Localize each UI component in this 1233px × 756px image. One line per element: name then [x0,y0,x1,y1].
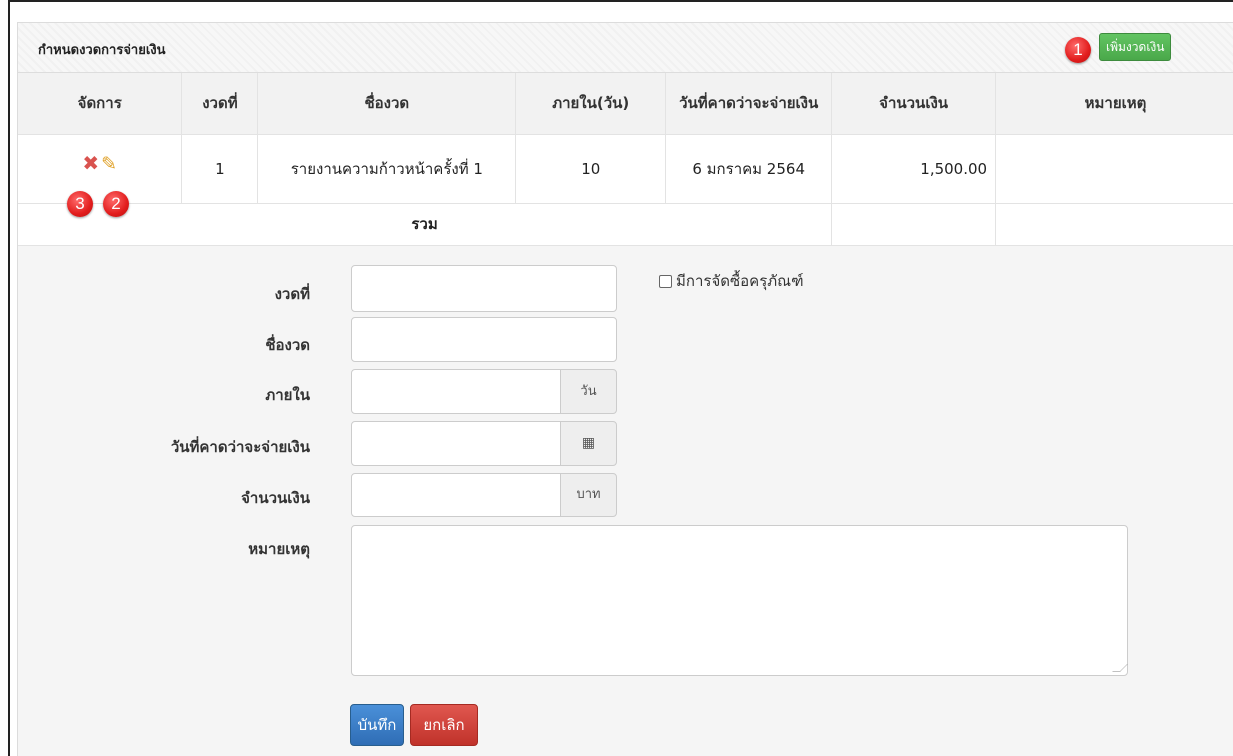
label-within: ภายใน [265,386,310,404]
col-header-amount: จำนวนเงิน [831,73,997,135]
cell-name: รายงานความก้าวหน้าครั้งที่ 1 [257,134,517,204]
annotation-badge-1: 1 [1065,37,1091,63]
panel-heading: กำหนดงวดการจ่ายเงิน เพิ่มงวดเงิน [18,23,1233,73]
baht-addon: บาท [560,473,617,517]
within-days-input[interactable] [351,369,561,414]
total-label: รวม [18,203,833,246]
installment-name-input[interactable] [351,317,617,362]
label-remark: หมายเหตุ [248,540,310,558]
total-amount-cell [831,203,997,246]
days-addon: วัน [560,369,617,414]
table-total-row: รวม [18,203,1233,246]
add-installment-button[interactable]: เพิ่มงวดเงิน [1099,33,1172,61]
remark-textarea[interactable] [351,525,1128,676]
checkbox-box[interactable] [659,274,672,288]
payment-schedule-panel: กำหนดงวดการจ่ายเงิน เพิ่มงวดเงิน 1 จัดกา… [17,22,1233,756]
save-button[interactable]: บันทึก [350,704,404,746]
col-header-within: ภายใน(วัน) [515,73,667,135]
delete-icon[interactable]: ✖ [82,153,99,173]
window-frame: กำหนดงวดการจ่ายเงิน เพิ่มงวดเงิน 1 จัดกา… [8,0,1233,756]
panel-title: กำหนดงวดการจ่ายเงิน [38,43,166,58]
col-header-name: ชื่องวด [257,73,517,135]
cell-amount: 1,500.00 [831,134,997,204]
amount-input[interactable] [351,473,561,517]
cell-date: 6 มกราคม 2564 [665,134,833,204]
edit-pencil-icon[interactable]: ✎ [101,154,117,174]
col-header-date: วันที่คาดว่าจะจ่ายเงิน [665,73,833,135]
checkbox-label: มีการจัดซื้อครุภัณฑ์ [676,272,804,290]
label-installment-name: ชื่องวด [265,336,310,354]
table-header-row: จัดการ งวดที่ ชื่องวด ภายใน(วัน) วันที่ค… [18,73,1233,135]
resize-handle[interactable] [1112,664,1128,672]
total-remark-cell [995,203,1233,246]
expected-date-input[interactable] [351,421,561,466]
col-header-manage: จัดการ [18,73,183,135]
row-actions: ✖ ✎ [18,134,183,204]
cell-remark [995,134,1233,204]
cancel-button[interactable]: ยกเลิก [410,704,478,746]
label-expected-date: วันที่คาดว่าจะจ่ายเงิน [170,438,310,456]
label-installment-no: งวดที่ [274,285,310,303]
col-header-remark: หมายเหตุ [995,73,1233,135]
equipment-purchase-checkbox[interactable]: มีการจัดซื้อครุภัณฑ์ [659,269,804,293]
installment-form: งวดที่ มีการจัดซื้อครุภัณฑ์ ชื่องวด ภายใ… [18,246,1233,756]
col-header-no: งวดที่ [181,73,259,135]
annotation-badge-2: 2 [103,191,129,217]
cell-within: 10 [515,134,667,204]
cell-no: 1 [181,134,259,204]
installment-table: จัดการ งวดที่ ชื่องวด ภายใน(วัน) วันที่ค… [18,73,1233,246]
annotation-badge-3: 3 [67,191,93,217]
calendar-icon[interactable]: ▦ [560,421,617,466]
label-amount: จำนวนเงิน [241,489,310,507]
installment-no-input[interactable] [351,265,617,312]
table-row: ✖ ✎ 1 รายงานความก้าวหน้าครั้งที่ 1 10 6 ม… [18,134,1233,204]
